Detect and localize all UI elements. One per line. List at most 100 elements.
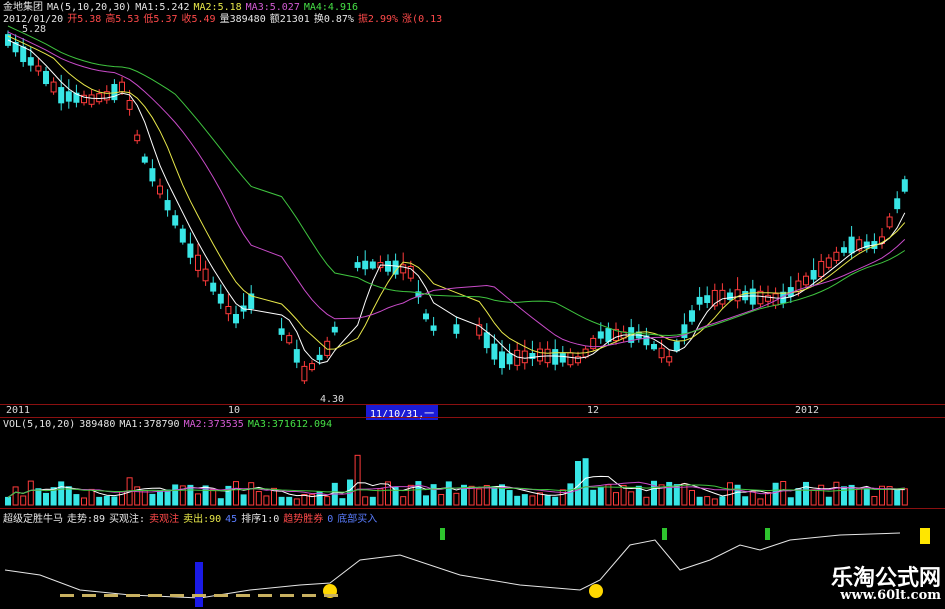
dash-mark bbox=[258, 594, 272, 597]
axis-label-12: 12 bbox=[587, 405, 600, 416]
volume-bar bbox=[757, 498, 764, 506]
volume-bar bbox=[20, 495, 27, 506]
volume-bar bbox=[400, 496, 407, 506]
indicator-top-line bbox=[0, 508, 945, 509]
volume-bar bbox=[491, 486, 498, 506]
candle bbox=[225, 305, 232, 315]
candle bbox=[141, 156, 148, 163]
candle bbox=[605, 328, 612, 342]
dash-mark bbox=[148, 594, 162, 597]
dash-mark bbox=[214, 594, 228, 597]
indicator-lines bbox=[4, 528, 930, 607]
candle bbox=[521, 350, 528, 364]
turnover-value: 换0.87% bbox=[313, 14, 354, 25]
volume-bar bbox=[567, 483, 574, 506]
volume-bar bbox=[324, 496, 331, 506]
green-signal-mark bbox=[662, 528, 667, 540]
indicator-line bbox=[4, 532, 901, 599]
volume-bar bbox=[780, 480, 787, 506]
ma3-value: MA3:5.027 bbox=[245, 2, 300, 13]
price-header-row-1: 金地集团 MA(5,10,20,30) MA1:5.242 MA2:5.18 MA3:5… bbox=[3, 2, 362, 14]
yellow-signal-mark bbox=[920, 528, 930, 544]
volume-bar bbox=[590, 489, 597, 506]
close-value: 收5.49 bbox=[181, 14, 216, 25]
indicator-name: 超级定胜牛马 bbox=[3, 514, 63, 525]
volume-bar bbox=[597, 487, 604, 506]
volume-bar bbox=[605, 484, 612, 506]
volume-bar bbox=[339, 498, 346, 506]
volume-bar bbox=[719, 496, 726, 506]
volume-bar bbox=[240, 494, 247, 506]
smiley-icon bbox=[589, 584, 603, 598]
candle bbox=[233, 314, 239, 324]
candle bbox=[651, 344, 657, 350]
candle bbox=[217, 293, 224, 304]
candle bbox=[537, 348, 543, 362]
ma2-value: MA2:5.18 bbox=[193, 2, 242, 13]
indicator-header: 超级定胜牛马 走势:89 买观注: 卖观注 卖出:90 45 排序1:0 趋势胜券 0 底部买入 bbox=[3, 514, 381, 526]
candle bbox=[385, 260, 391, 272]
volume-bar bbox=[369, 496, 376, 506]
volume-bar bbox=[643, 496, 650, 506]
volume-bar bbox=[149, 493, 156, 506]
change-value: 涨(0.13 bbox=[402, 14, 443, 25]
high-price-label: 5.28 bbox=[22, 24, 47, 35]
price-ma-lines bbox=[7, 25, 906, 364]
candle bbox=[400, 264, 407, 274]
volume-bar bbox=[255, 491, 262, 506]
candle bbox=[324, 340, 331, 356]
candle bbox=[392, 260, 399, 275]
vol-ma2: MA2:373535 bbox=[183, 419, 244, 430]
candle bbox=[195, 254, 201, 271]
candle bbox=[841, 247, 847, 253]
candle bbox=[848, 236, 855, 254]
volume-bar bbox=[711, 498, 718, 506]
candle bbox=[27, 57, 34, 66]
candle bbox=[35, 65, 42, 72]
dash-mark bbox=[280, 594, 294, 597]
candle bbox=[65, 91, 72, 102]
volume-bar bbox=[772, 482, 779, 506]
volume-bar bbox=[248, 482, 255, 506]
strong-trend: 趋势胜券 bbox=[283, 514, 324, 525]
volume-bar bbox=[293, 498, 300, 506]
candle bbox=[453, 324, 460, 334]
volume-bar bbox=[468, 485, 475, 506]
ma10-line bbox=[7, 35, 906, 354]
volume-bar bbox=[286, 496, 293, 506]
volume-bar bbox=[483, 484, 490, 506]
volume-bar bbox=[476, 488, 483, 506]
volume-bar bbox=[392, 486, 399, 506]
volume-bar bbox=[810, 489, 817, 506]
candle bbox=[111, 84, 118, 101]
price-candles bbox=[5, 30, 908, 384]
volume-bar bbox=[901, 488, 908, 506]
volume-bar bbox=[423, 495, 429, 506]
open-value: 开5.38 bbox=[67, 14, 102, 25]
candle bbox=[96, 93, 103, 103]
candle bbox=[164, 200, 171, 211]
candle bbox=[179, 228, 186, 243]
volume-bar bbox=[263, 495, 270, 506]
volume-bar bbox=[742, 496, 749, 506]
volume-bar bbox=[430, 484, 437, 506]
candle bbox=[362, 260, 369, 270]
candle bbox=[316, 354, 323, 361]
dash-mark bbox=[192, 594, 206, 597]
candle bbox=[286, 335, 293, 344]
candle bbox=[119, 81, 125, 93]
candle bbox=[499, 351, 505, 369]
candle bbox=[301, 365, 308, 382]
dash-mark bbox=[126, 594, 140, 597]
candle bbox=[689, 310, 695, 322]
volume-bar bbox=[795, 488, 802, 506]
candle bbox=[20, 46, 27, 63]
dash-mark bbox=[236, 594, 250, 597]
amount-value: 额21301 bbox=[269, 14, 310, 25]
volume-bar bbox=[704, 496, 711, 506]
volume-bar bbox=[628, 491, 635, 506]
candle bbox=[825, 257, 832, 268]
volume-bar bbox=[172, 484, 179, 506]
candle bbox=[749, 288, 756, 305]
volume-bar bbox=[12, 486, 19, 506]
